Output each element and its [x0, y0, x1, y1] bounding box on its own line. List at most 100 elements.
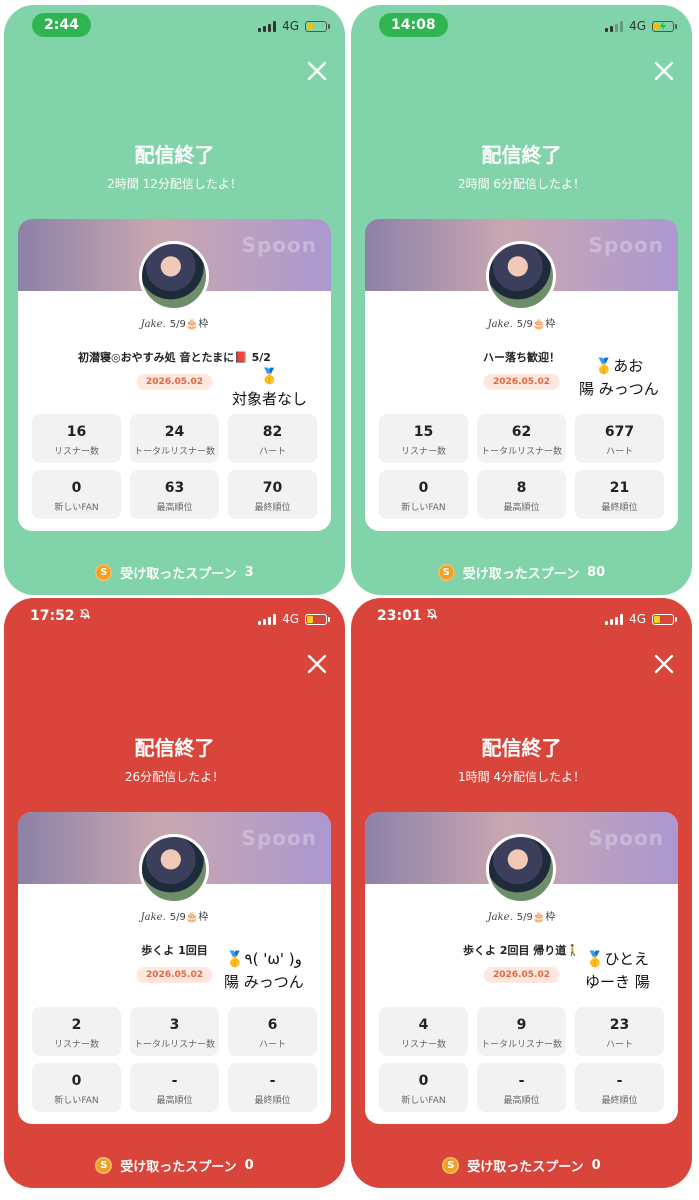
- stat-value: 21: [609, 480, 630, 496]
- annotation-line: 🥇: [260, 367, 279, 385]
- duration-text: 2時間 12分配信したよ！: [107, 177, 242, 191]
- dj-tag: 5/9🎂枠: [516, 319, 556, 330]
- network-type: 4G: [282, 19, 299, 33]
- battery-icon: [652, 20, 677, 32]
- stat-label: ハート: [258, 1040, 286, 1050]
- close-button[interactable]: [650, 650, 678, 678]
- close-button[interactable]: [303, 650, 331, 678]
- spoon-watermark: Spoon: [241, 826, 317, 850]
- network-type: 4G: [282, 612, 299, 626]
- avatar: [139, 834, 209, 904]
- stat-value: -: [518, 1073, 525, 1089]
- stat-tile: 677 ハート: [575, 414, 664, 463]
- stat-tile: - 最高順位: [477, 1063, 566, 1112]
- spoon-count: 0: [591, 1158, 601, 1173]
- summary-card: Spoon Jake. 5/9🎂枠 歩くよ 2回目 帰り道🚶 2026.05.02 🥇ひと…: [365, 812, 678, 1124]
- annotation-line: 陽 みっつん: [224, 973, 304, 991]
- avatar: [486, 241, 556, 311]
- spoon-label: 受け取ったスプーン: [467, 1160, 584, 1175]
- stat-label: 最高順位: [156, 503, 193, 513]
- stat-tile: 0 新しいFAN: [379, 470, 468, 519]
- stat-tile: - 最終順位: [575, 1063, 664, 1112]
- end-title: 配信終了: [134, 736, 215, 760]
- live-end-screen: 17:52 4G 配信終了 26分配信したよ！ Spoon Jake. 5/9🎂枠 歩くよ 1…: [4, 598, 345, 1188]
- spoon-watermark: Spoon: [241, 233, 317, 257]
- dj-name: Jake.: [487, 319, 513, 330]
- stat-value: 16: [66, 424, 87, 440]
- cellular-signal-icon: [258, 20, 277, 32]
- stat-value: -: [616, 1073, 623, 1089]
- stat-tile: 0 新しいFAN: [379, 1063, 468, 1112]
- stat-value: 677: [604, 424, 635, 440]
- stat-tile: 63 最高順位: [130, 470, 219, 519]
- date-badge: 2026.05.02: [483, 967, 560, 983]
- bell-muted-icon: [426, 604, 438, 628]
- stat-label: 最終順位: [254, 1096, 291, 1106]
- dj-name-row: Jake. 5/9🎂枠: [365, 908, 678, 923]
- stat-tile: 0 新しいFAN: [32, 1063, 121, 1112]
- handwritten-annotation: 🥇ひとえ ゆーき 陽: [585, 948, 650, 994]
- close-icon: [654, 61, 674, 81]
- stat-label: トータルリスナー数: [480, 447, 562, 457]
- dj-tag: 5/9🎂枠: [169, 319, 209, 330]
- summary-card: Spoon Jake. 5/9🎂枠 初潜寝◎おやすみ処 音とたまに📕 5/2 2026.…: [18, 219, 331, 531]
- stat-label: 新しいFAN: [54, 503, 99, 513]
- summary-card: Spoon Jake. 5/9🎂枠 歩くよ 1回目 2026.05.02 🥇٩( 'ω' …: [18, 812, 331, 1124]
- live-end-screen: 23:01 4G 配信終了 1時間 4分配信したよ！ Spoon Jake. 5/9🎂枠 歩く…: [351, 598, 692, 1188]
- close-icon: [654, 654, 674, 674]
- spoon-coin-icon: S: [442, 1157, 460, 1174]
- stat-tile: 3 トータルリスナー数: [130, 1007, 219, 1056]
- stat-label: 最高順位: [503, 503, 540, 513]
- dj-name: Jake.: [140, 912, 166, 923]
- stat-label: トータルリスナー数: [480, 1040, 562, 1050]
- date-badge: 2026.05.02: [136, 967, 213, 983]
- stat-tile: - 最終順位: [228, 1063, 317, 1112]
- stat-value: 0: [71, 1073, 82, 1089]
- stat-tile: 23 ハート: [575, 1007, 664, 1056]
- stat-value: 62: [511, 424, 532, 440]
- stat-value: 0: [71, 480, 82, 496]
- avatar: [139, 241, 209, 311]
- stat-label: トータルリスナー数: [133, 447, 215, 457]
- stat-tile: 24 トータルリスナー数: [130, 414, 219, 463]
- spoon-label: 受け取ったスプーン: [462, 567, 580, 582]
- status-time: 17:52: [30, 604, 91, 628]
- annotation-line: 陽 みっつん: [579, 380, 659, 398]
- live-title: 初潜寝◎おやすみ処 音とたまに📕 5/2: [78, 351, 271, 364]
- stat-value: 70: [262, 480, 283, 496]
- summary-card: Spoon Jake. 5/9🎂枠 ハー落ち歓迎！ 2026.05.02 🥇あお陽 みっつ…: [365, 219, 678, 531]
- dj-name: Jake.: [140, 319, 166, 330]
- end-title: 配信終了: [134, 143, 215, 167]
- dj-name-row: Jake. 5/9🎂枠: [365, 315, 678, 330]
- stat-value: 0: [418, 480, 429, 496]
- handwritten-annotation: 🥇 対象者なし: [232, 365, 307, 411]
- stat-value: 4: [418, 1017, 429, 1033]
- spoon-coin-icon: S: [437, 564, 455, 581]
- annotation-line: 🥇٩( 'ω' )و: [225, 950, 302, 968]
- stat-label: ハート: [258, 447, 286, 457]
- avatar: [486, 834, 556, 904]
- duration-text: 2時間 6分配信したよ！: [457, 177, 586, 191]
- close-button[interactable]: [303, 57, 331, 85]
- stat-tile: 8 最高順位: [477, 470, 566, 519]
- network-type: 4G: [629, 612, 646, 626]
- dj-tag: 5/9🎂枠: [516, 912, 556, 923]
- spoon-coin-icon: S: [95, 1157, 113, 1174]
- dj-name: Jake.: [487, 912, 513, 923]
- stat-label: 最高順位: [503, 1096, 540, 1106]
- spoon-label: 受け取ったスプーン: [120, 1160, 237, 1175]
- stat-label: 最終順位: [254, 503, 291, 513]
- status-time: 23:01: [377, 604, 438, 628]
- stat-tile: 6 ハート: [228, 1007, 317, 1056]
- close-button[interactable]: [650, 57, 678, 85]
- close-icon: [307, 61, 327, 81]
- stat-tile: 82 ハート: [228, 414, 317, 463]
- dj-tag: 5/9🎂枠: [169, 912, 209, 923]
- stat-tile: 16 リスナー数: [32, 414, 121, 463]
- close-icon: [307, 654, 327, 674]
- stat-tile: 21 最終順位: [575, 470, 664, 519]
- live-end-screen: 2:44 4G 配信終了 2時間 12分配信したよ！ Spoon Jake. 5/9🎂枠 初潜…: [4, 5, 345, 595]
- duration-text: 1時間 4分配信したよ！: [457, 770, 586, 784]
- stat-label: 新しいFAN: [401, 503, 446, 513]
- stat-tile: 9 トータルリスナー数: [477, 1007, 566, 1056]
